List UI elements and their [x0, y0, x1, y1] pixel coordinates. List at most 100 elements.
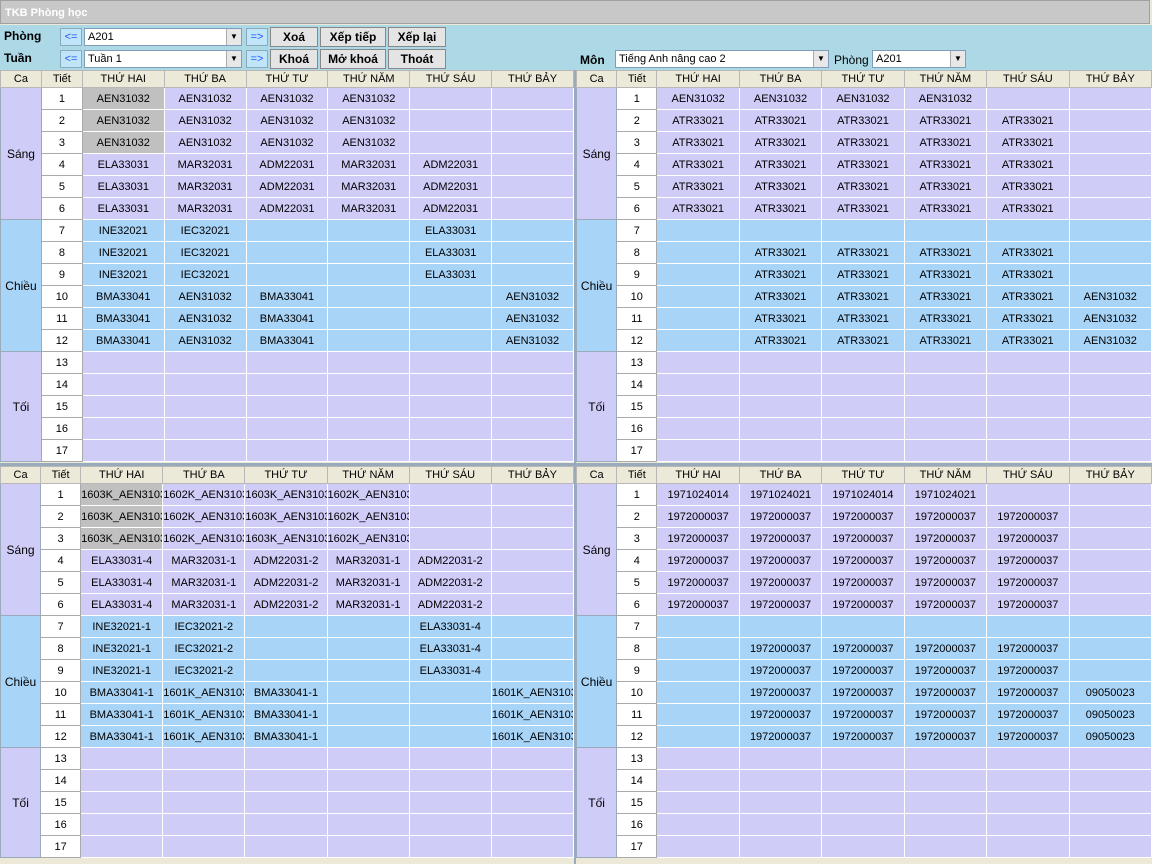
schedule-cell[interactable]: 1972000037	[903, 593, 988, 616]
schedule-cell[interactable]: ATR33021	[738, 197, 823, 220]
schedule-cell[interactable]: 1972000037	[738, 593, 823, 616]
schedule-cell[interactable]	[986, 747, 1070, 770]
schedule-cell[interactable]: 1972000037	[986, 725, 1070, 748]
schedule-cell[interactable]	[245, 263, 329, 286]
schedule-cell[interactable]: IEC32021	[163, 263, 247, 286]
schedule-cell[interactable]	[986, 395, 1070, 418]
schedule-cell[interactable]: AEN31032	[738, 87, 823, 110]
horizontal-splitter[interactable]	[0, 463, 1152, 466]
schedule-cell[interactable]	[326, 615, 410, 638]
schedule-cell[interactable]	[656, 659, 740, 682]
schedule-cell[interactable]: 1601K_AEN3103	[490, 703, 575, 726]
schedule-cell[interactable]	[408, 813, 492, 836]
schedule-cell[interactable]	[81, 373, 165, 396]
schedule-cell[interactable]: 1602K_AEN3103	[162, 505, 246, 528]
schedule-cell[interactable]: ELA33031	[409, 241, 493, 264]
schedule-cell[interactable]: ATR33021	[986, 131, 1070, 154]
schedule-cell[interactable]	[245, 439, 329, 462]
schedule-cell[interactable]	[408, 505, 492, 528]
schedule-cell[interactable]	[408, 703, 492, 726]
schedule-cell[interactable]	[409, 329, 493, 352]
schedule-cell[interactable]: ADM22031-2	[244, 549, 328, 572]
schedule-cell[interactable]	[656, 417, 740, 440]
schedule-cell[interactable]: ATR33021	[821, 285, 905, 308]
schedule-cell[interactable]: 1972000037	[986, 549, 1070, 572]
schedule-cell[interactable]: AEN31032	[245, 87, 329, 110]
schedule-cell[interactable]	[903, 813, 988, 836]
schedule-cell[interactable]: ELA33031-4	[408, 659, 492, 682]
schedule-cell[interactable]: ELA33031-4	[80, 571, 164, 594]
schedule-cell[interactable]: ATR33021	[903, 263, 988, 286]
schedule-cell[interactable]: ELA33031	[81, 175, 165, 198]
schedule-cell[interactable]: 1972000037	[903, 571, 988, 594]
schedule-cell[interactable]: ATR33021	[656, 109, 740, 132]
schedule-cell[interactable]: BMA33041	[81, 329, 165, 352]
schedule-cell[interactable]	[986, 835, 1070, 858]
schedule-cell[interactable]: INE32021-1	[80, 659, 164, 682]
schedule-cell[interactable]: BMA33041	[245, 307, 329, 330]
schedule-cell[interactable]	[162, 813, 246, 836]
schedule-cell[interactable]	[80, 769, 164, 792]
schedule-cell[interactable]	[81, 395, 165, 418]
schedule-cell[interactable]: ATR33021	[738, 153, 823, 176]
schedule-cell[interactable]: ELA33031	[81, 197, 165, 220]
schedule-cell[interactable]	[656, 263, 740, 286]
schedule-cell[interactable]: ATR33021	[986, 329, 1070, 352]
schedule-cell[interactable]	[490, 483, 575, 506]
room2-select[interactable]: A201 ▼	[872, 50, 966, 68]
schedule-cell[interactable]	[409, 109, 493, 132]
schedule-cell[interactable]: ATR33021	[986, 307, 1070, 330]
schedule-cell[interactable]: IEC32021-2	[162, 615, 246, 638]
schedule-cell[interactable]: 1972000037	[986, 637, 1070, 660]
schedule-cell[interactable]: 1972000037	[986, 681, 1070, 704]
schedule-cell[interactable]: 1972000037	[656, 593, 740, 616]
schedule-cell[interactable]: MAR32031-1	[326, 549, 410, 572]
schedule-cell[interactable]: MAR32031-1	[162, 593, 246, 616]
schedule-cell[interactable]	[163, 373, 247, 396]
schedule-cell[interactable]: ADM22031-2	[244, 593, 328, 616]
schedule-cell[interactable]: 1603K_AEN3103	[244, 483, 328, 506]
schedule-cell[interactable]: AEN31032	[81, 109, 165, 132]
vertical-splitter[interactable]	[574, 70, 576, 864]
schedule-cell[interactable]	[1068, 351, 1152, 374]
schedule-cell[interactable]: 1972000037	[903, 505, 988, 528]
schedule-cell[interactable]	[245, 417, 329, 440]
schedule-cell[interactable]	[656, 439, 740, 462]
schedule-cell[interactable]	[245, 241, 329, 264]
schedule-cell[interactable]: 1603K_AEN3103	[244, 527, 328, 550]
schedule-cell[interactable]: BMA33041-1	[80, 681, 164, 704]
schedule-cell[interactable]	[1068, 153, 1152, 176]
schedule-cell[interactable]: ATR33021	[821, 109, 905, 132]
schedule-cell[interactable]: 1972000037	[986, 703, 1070, 726]
schedule-cell[interactable]	[162, 791, 246, 814]
schedule-cell[interactable]: ATR33021	[656, 175, 740, 198]
schedule-cell[interactable]	[738, 439, 823, 462]
schedule-cell[interactable]: 09050023	[1068, 681, 1152, 704]
schedule-cell[interactable]	[1068, 615, 1152, 638]
schedule-cell[interactable]: ATR33021	[738, 285, 823, 308]
schedule-cell[interactable]: BMA33041	[245, 285, 329, 308]
schedule-cell[interactable]: ATR33021	[738, 307, 823, 330]
schedule-cell[interactable]	[1068, 131, 1152, 154]
schedule-cell[interactable]: 1601K_AEN3103	[490, 725, 575, 748]
schedule-cell[interactable]	[656, 373, 740, 396]
schedule-cell[interactable]	[491, 395, 574, 418]
schedule-cell[interactable]	[327, 439, 411, 462]
schedule-cell[interactable]	[1068, 263, 1152, 286]
chevron-down-icon[interactable]: ▼	[950, 51, 965, 67]
schedule-cell[interactable]: ATR33021	[656, 131, 740, 154]
schedule-cell[interactable]	[821, 351, 905, 374]
schedule-cell[interactable]: AEN31032	[163, 329, 247, 352]
schedule-cell[interactable]	[163, 439, 247, 462]
schedule-cell[interactable]: 1603K_AEN3103	[244, 505, 328, 528]
schedule-cell[interactable]	[163, 395, 247, 418]
schedule-cell[interactable]	[656, 219, 740, 242]
schedule-cell[interactable]: AEN31032	[821, 87, 905, 110]
schedule-cell[interactable]	[656, 285, 740, 308]
schedule-cell[interactable]	[903, 417, 988, 440]
schedule-cell[interactable]	[490, 527, 575, 550]
schedule-cell[interactable]	[409, 351, 493, 374]
schedule-cell[interactable]	[408, 835, 492, 858]
schedule-cell[interactable]: AEN31032	[491, 329, 574, 352]
schedule-cell[interactable]	[656, 351, 740, 374]
